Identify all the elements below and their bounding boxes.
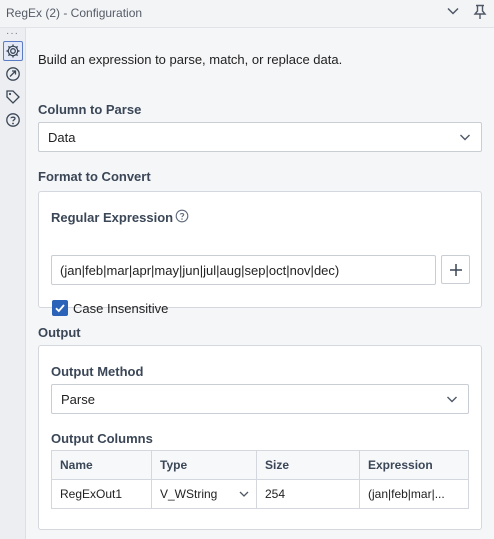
case-insensitive-label: Case Insensitive — [73, 301, 169, 316]
output-columns-table: Name Type Size Expression RegExOut1 V_WS… — [51, 450, 469, 509]
output-columns-label: Output Columns — [51, 431, 153, 446]
column-to-parse-select[interactable]: Data — [38, 122, 482, 152]
checkmark-icon — [55, 304, 65, 313]
column-to-parse-value: Data — [48, 129, 76, 145]
chevron-down-icon — [238, 488, 250, 500]
chevron-down-icon — [458, 130, 472, 144]
table-row: RegExOut1 V_WString 254 (jan|feb|mar|... — [51, 479, 469, 509]
output-expression-cell: (jan|feb|mar|... — [359, 479, 469, 509]
column-to-parse-label: Column to Parse — [38, 102, 142, 117]
output-name-cell[interactable]: RegExOut1 — [51, 479, 152, 509]
regular-expression-label: Regular Expression — [51, 210, 174, 225]
output-method-select[interactable]: Parse — [51, 384, 469, 414]
plus-icon — [449, 263, 462, 276]
configuration-content: Build an expression to parse, match, or … — [26, 28, 494, 539]
tag-icon[interactable] — [3, 87, 23, 107]
column-header-type[interactable]: Type — [151, 450, 257, 480]
format-to-convert-panel: Regular Expression (jan|feb|mar|apr|may|… — [38, 191, 482, 316]
window-title: RegEx (2) - Configuration — [6, 6, 143, 20]
tool-description: Build an expression to parse, match, or … — [38, 52, 343, 67]
case-insensitive-checkbox[interactable] — [52, 300, 68, 316]
column-header-size[interactable]: Size — [256, 450, 360, 480]
output-size-cell[interactable]: 254 — [256, 479, 360, 509]
more-icon[interactable]: ··· — [6, 29, 19, 39]
column-header-expression[interactable]: Expression — [359, 450, 469, 480]
column-header-name[interactable]: Name — [51, 450, 152, 480]
output-type-select[interactable]: V_WString — [151, 479, 257, 509]
connection-icon[interactable] — [3, 64, 23, 84]
format-to-convert-label: Format to Convert — [38, 169, 151, 184]
pin-icon[interactable] — [471, 4, 489, 22]
chevron-down-icon[interactable] — [444, 4, 462, 22]
add-expression-button[interactable] — [441, 255, 470, 284]
output-method-label: Output Method — [51, 364, 144, 379]
chevron-down-icon — [445, 392, 459, 406]
output-label: Output — [38, 325, 81, 340]
help-icon[interactable] — [3, 110, 23, 130]
output-method-value: Parse — [61, 391, 95, 407]
help-icon[interactable] — [175, 209, 189, 223]
regular-expression-input[interactable]: (jan|feb|mar|apr|may|jun|jul|aug|sep|oct… — [51, 255, 436, 285]
gear-icon[interactable] — [3, 41, 23, 61]
sidebar: ··· — [0, 28, 26, 539]
output-panel: Output Method Parse Output Columns Name … — [38, 345, 482, 530]
table-header-row: Name Type Size Expression — [51, 450, 469, 480]
title-bar: RegEx (2) - Configuration — [0, 0, 494, 28]
output-type-value: V_WString — [160, 487, 218, 501]
